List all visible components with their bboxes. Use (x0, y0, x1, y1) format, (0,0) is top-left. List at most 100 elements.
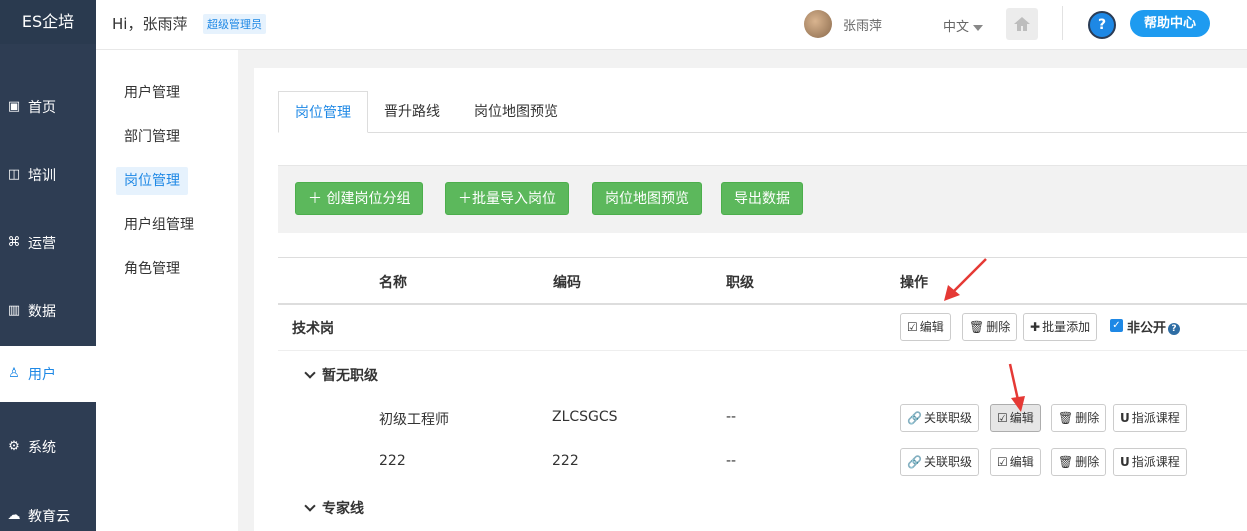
subnav-user-group-management[interactable]: 用户组管理 (116, 211, 202, 239)
position-code: ZLCSGCS (552, 409, 618, 425)
group-name: 技术岗 (292, 321, 334, 337)
subnav-user-management[interactable]: 用户管理 (116, 79, 188, 107)
username[interactable]: 张雨萍 (843, 15, 882, 34)
nav-label: 教育云 (28, 509, 70, 525)
link-level-button[interactable]: 🔗 关联职级 (900, 448, 979, 476)
nav-item-home[interactable]: ▣ 首页 (0, 74, 96, 140)
batch-add-button[interactable]: ✚ 批量添加 (1023, 313, 1098, 341)
link-level-label: 关联职级 (923, 455, 972, 469)
user-icon: ♙ (8, 366, 20, 381)
private-label: 非公开? (1127, 317, 1181, 336)
trash-icon: 🗑 (969, 320, 985, 334)
tab-position-management[interactable]: 岗位管理 (278, 91, 368, 133)
position-level: -- (726, 453, 737, 469)
subnav-position-management[interactable]: 岗位管理 (116, 167, 188, 195)
link-level-button[interactable]: 🔗 关联职级 (900, 404, 979, 432)
nav-label: 系统 (28, 440, 56, 456)
chevron-down-icon (304, 367, 316, 379)
position-level: -- (726, 409, 737, 425)
nav-label: 数据 (28, 304, 56, 320)
tab-promotion-route[interactable]: 晋升路线 (368, 91, 456, 133)
trash-icon: 🗑 (1058, 455, 1074, 469)
private-checkbox[interactable]: ✓ (1110, 319, 1123, 332)
col-code: 编码 (553, 275, 581, 291)
brand-logo[interactable]: ES企培 (0, 0, 96, 44)
home-icon (1014, 17, 1030, 31)
delete-label: 删除 (1075, 455, 1100, 469)
home-button[interactable] (1006, 8, 1038, 40)
delete-label: 删除 (986, 320, 1011, 334)
language-label: 中文 (943, 20, 970, 35)
nav-item-training[interactable]: ◫ 培训 (0, 142, 96, 208)
table-row: 222 222 -- 🔗 关联职级 ☑ 编辑 🗑 删除 U 指派课程 (278, 440, 1247, 484)
position-code: 222 (552, 453, 579, 469)
edit-button[interactable]: ☑ 编辑 (990, 448, 1041, 476)
tab-position-map-preview[interactable]: 岗位地图预览 (458, 91, 574, 133)
edit-icon: ☑ (907, 320, 918, 334)
link-icon: 🔗 (907, 455, 922, 469)
subgroup-toggle[interactable]: 专家线 (304, 498, 364, 518)
trash-icon: 🗑 (1058, 411, 1074, 425)
table-row: 技术岗 ☑ 编辑 🗑 删除 ✚ 批量添加 ✓ 非公开? (278, 305, 1247, 351)
bar-chart-icon: ▥ (7, 303, 21, 318)
map-preview-button[interactable]: 岗位地图预览 (592, 182, 702, 215)
delete-button[interactable]: 🗑 删除 (1051, 404, 1107, 432)
tab-bar: 岗位管理 晋升路线 岗位地图预览 (278, 91, 1247, 133)
col-actions: 操作 (900, 275, 928, 291)
nav-item-operations[interactable]: ⌘ 运营 (0, 210, 96, 276)
command-icon: ⌘ (7, 235, 21, 250)
divider (1062, 6, 1063, 40)
help-center-button[interactable]: 帮助中心 (1130, 10, 1211, 37)
table-header: 名称 编码 职级 操作 (278, 257, 1247, 305)
magnet-icon: U (1120, 455, 1130, 469)
book-icon: ◫ (7, 167, 21, 182)
edit-icon: ☑ (997, 455, 1008, 469)
nav-item-users[interactable]: ♙ 用户 (0, 346, 96, 402)
caret-down-icon (973, 24, 984, 31)
subnav-role-management[interactable]: 角色管理 (116, 255, 188, 283)
sub-sidebar: 用户管理 部门管理 岗位管理 用户组管理 角色管理 (96, 50, 238, 531)
nav-item-system[interactable]: ⚙ 系统 (0, 414, 96, 480)
subgroup-name: 暂无职级 (322, 368, 378, 384)
nav-label: 运营 (28, 236, 56, 252)
delete-button[interactable]: 🗑 删除 (962, 313, 1018, 341)
nav-label: 培训 (28, 168, 56, 184)
assign-course-button[interactable]: U 指派课程 (1113, 448, 1187, 476)
col-name: 名称 (379, 275, 407, 291)
action-toolbar: ＋ 创建岗位分组 ＋批量导入岗位 岗位地图预览 导出数据 (278, 165, 1247, 233)
private-text: 非公开 (1127, 321, 1167, 336)
export-data-button[interactable]: 导出数据 (721, 182, 803, 215)
magnet-icon: U (1120, 411, 1130, 425)
assign-course-button[interactable]: U 指派课程 (1113, 404, 1187, 432)
batch-import-button[interactable]: ＋批量导入岗位 (445, 182, 569, 215)
nav-label: 首页 (28, 100, 56, 116)
nav-item-data[interactable]: ▥ 数据 (0, 278, 96, 344)
position-name: 222 (379, 453, 406, 469)
language-select[interactable]: 中文 (943, 16, 984, 35)
chart-icon: ▣ (7, 99, 21, 114)
link-level-label: 关联职级 (923, 411, 972, 425)
nav-label: 用户 (28, 367, 56, 383)
edit-button[interactable]: ☑ 编辑 (900, 313, 951, 341)
plus-icon: ✚ (1030, 320, 1041, 334)
help-question-icon[interactable]: ? (1088, 11, 1116, 39)
top-header: Hi，张雨萍 超级管理员 张雨萍 中文 ? 帮助中心 (96, 0, 1247, 50)
delete-label: 删除 (1075, 411, 1100, 425)
assign-course-label: 指派课程 (1131, 411, 1180, 425)
subnav-department-management[interactable]: 部门管理 (116, 123, 188, 151)
subgroup-toggle[interactable]: 暂无职级 (304, 365, 378, 385)
position-name: 初级工程师 (379, 412, 449, 428)
chevron-down-icon (304, 500, 316, 512)
avatar[interactable] (804, 10, 832, 38)
delete-button[interactable]: 🗑 删除 (1051, 448, 1107, 476)
edit-label: 编辑 (919, 320, 944, 334)
edit-label: 编辑 (1009, 455, 1034, 469)
gear-icon: ⚙ (8, 439, 20, 454)
question-icon[interactable]: ? (1168, 323, 1181, 335)
nav-item-edu-cloud[interactable]: ☁ 教育云 (0, 483, 96, 531)
batch-add-label: 批量添加 (1042, 320, 1091, 334)
main-panel: 岗位管理 晋升路线 岗位地图预览 ＋ 创建岗位分组 ＋批量导入岗位 岗位地图预览… (254, 68, 1247, 531)
table-row: 初级工程师 ZLCSGCS -- 🔗 关联职级 ☑ 编辑 🗑 删除 U 指派课程 (278, 396, 1247, 440)
create-group-button[interactable]: ＋ 创建岗位分组 (295, 182, 424, 215)
annotation-arrow-icon (944, 258, 987, 301)
